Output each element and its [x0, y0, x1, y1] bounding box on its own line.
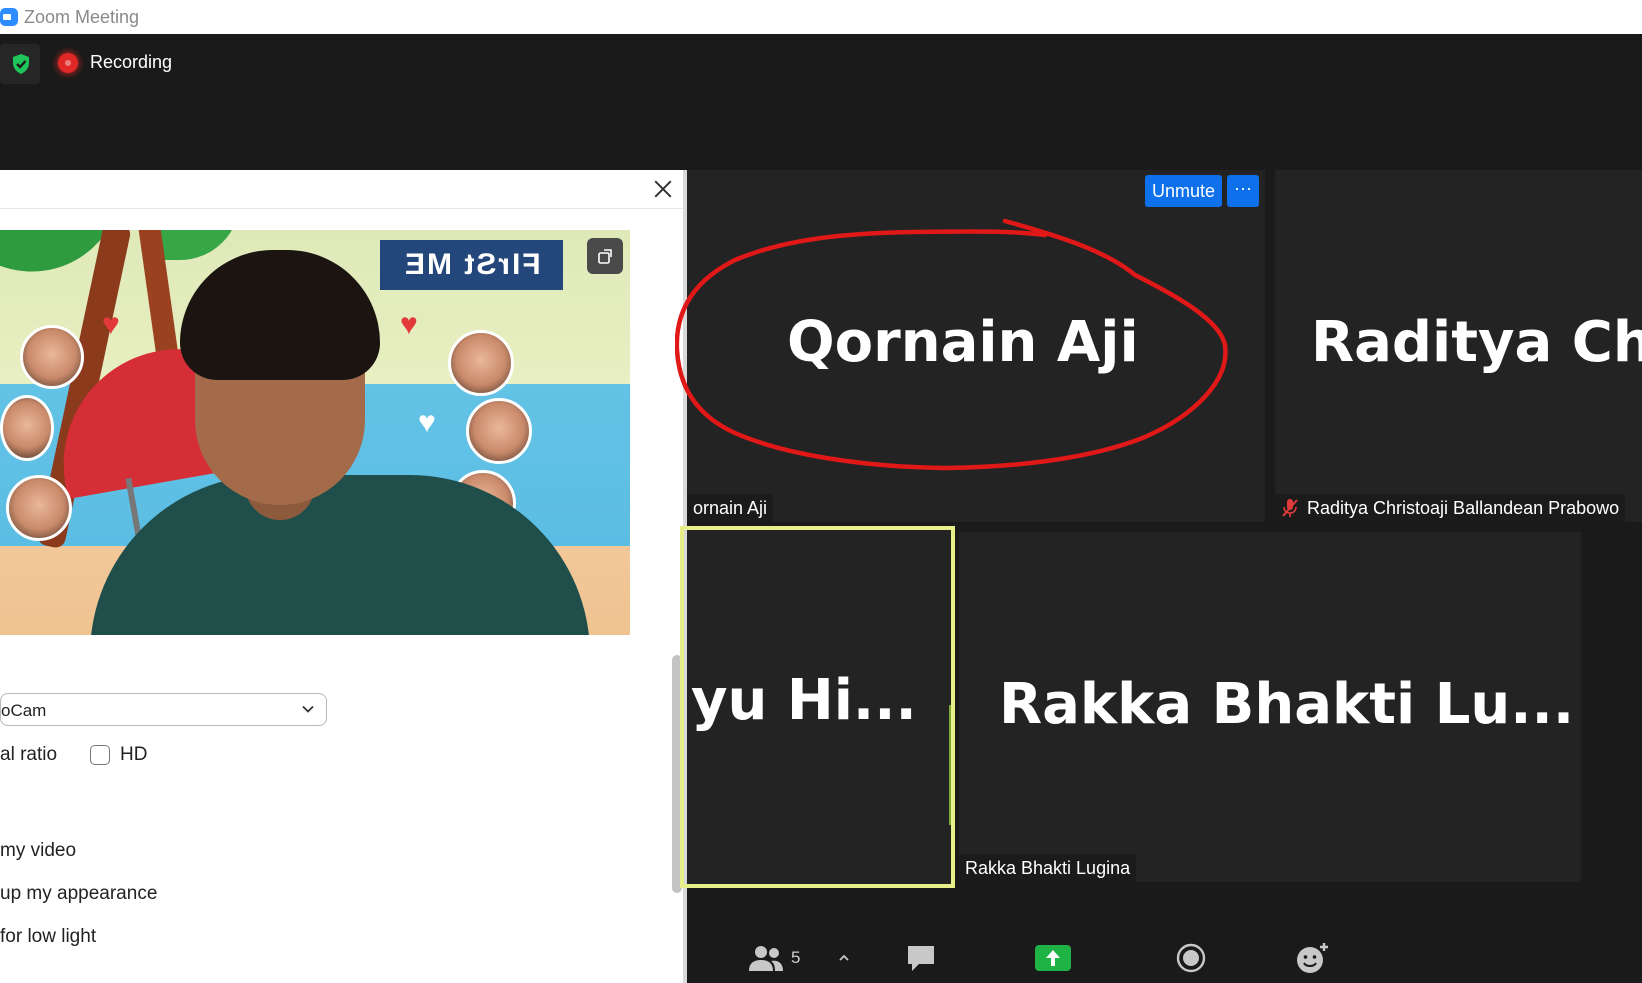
participant-name-label: Rakka Bhakti Lugina — [959, 854, 1137, 882]
title-bar: Zoom Meeting — [0, 0, 1642, 34]
record-button[interactable] — [1175, 940, 1207, 976]
rotate-camera-button[interactable] — [587, 238, 623, 274]
participant-display-name: Rakka Bhakti Lu... — [999, 672, 1575, 737]
hd-checkbox[interactable] — [90, 745, 110, 765]
shield-check-icon — [13, 54, 29, 74]
recording-dot-icon — [58, 52, 78, 73]
video-tile-active-speaker[interactable]: yu Hi... — [687, 528, 955, 886]
participants-options-button[interactable] — [837, 940, 851, 976]
unmute-button[interactable]: Unmute — [1145, 175, 1223, 207]
share-screen-button[interactable] — [1035, 940, 1071, 976]
participant-name-label: ornain Aji — [687, 494, 774, 522]
hd-option[interactable]: HD — [90, 740, 147, 770]
active-speaker-indicator — [949, 705, 953, 825]
rotate-icon — [598, 249, 612, 264]
heart-icon: ♥ — [102, 308, 120, 341]
more-options-button[interactable]: ··· — [1227, 175, 1259, 207]
record-icon — [1176, 943, 1206, 973]
meeting-top-bar: Recording — [0, 34, 1642, 170]
chevron-up-icon — [839, 954, 849, 961]
video-settings-panel: FIrSt ME ♥ ♥ ♥ oCam al ratio HD my video… — [0, 170, 687, 983]
touch-up-appearance-option[interactable]: up my appearance — [0, 883, 157, 905]
chat-icon — [908, 946, 934, 971]
reactions-emoji-icon — [1297, 943, 1328, 973]
camera-select[interactable]: oCam — [0, 693, 327, 726]
recording-label: Recording — [90, 52, 173, 72]
camera-select-value: oCam — [1, 701, 47, 720]
participants-button[interactable]: 5 — [747, 940, 800, 976]
video-tile-raditya[interactable]: Raditya Ch Raditya Christoaji Ballandean… — [1275, 170, 1642, 522]
camera-preview: FIrSt ME ♥ ♥ ♥ — [0, 230, 630, 635]
sticker-face — [20, 325, 84, 389]
security-shield-button[interactable] — [0, 44, 40, 84]
zoom-app-icon — [0, 8, 18, 26]
recording-indicator[interactable]: Recording — [58, 52, 172, 73]
low-light-option[interactable]: for low light — [0, 926, 96, 948]
video-tile-rakka[interactable]: Rakka Bhakti Lu... Rakka Bhakti Lugina — [959, 532, 1581, 882]
webcam-person — [90, 250, 590, 635]
muted-mic-icon — [1282, 499, 1298, 517]
window-title: Zoom Meeting — [24, 7, 140, 27]
chat-button[interactable] — [905, 940, 937, 976]
chevron-down-icon — [302, 705, 314, 713]
hd-label: HD — [120, 744, 148, 765]
meeting-toolbar: 5 — [687, 932, 1642, 983]
participants-icon — [749, 946, 783, 971]
sticker-face — [0, 395, 54, 461]
mirror-video-option[interactable]: my video — [0, 840, 76, 862]
panel-header — [0, 170, 687, 209]
annotation-circle — [675, 218, 1228, 471]
participants-count: 5 — [791, 948, 801, 967]
reactions-button[interactable] — [1295, 940, 1331, 976]
share-screen-icon — [1035, 945, 1071, 971]
original-ratio-label: al ratio — [0, 744, 58, 765]
participant-display-name: yu Hi... — [691, 668, 917, 733]
close-panel-button[interactable] — [650, 176, 676, 202]
sticker-face — [6, 475, 72, 541]
original-ratio-option[interactable]: al ratio — [0, 740, 57, 770]
participant-name-label: Raditya Christoaji Ballandean Prabowo — [1275, 494, 1626, 522]
participant-display-name: Raditya Ch — [1311, 310, 1642, 375]
panel-scrollbar[interactable] — [672, 655, 682, 893]
